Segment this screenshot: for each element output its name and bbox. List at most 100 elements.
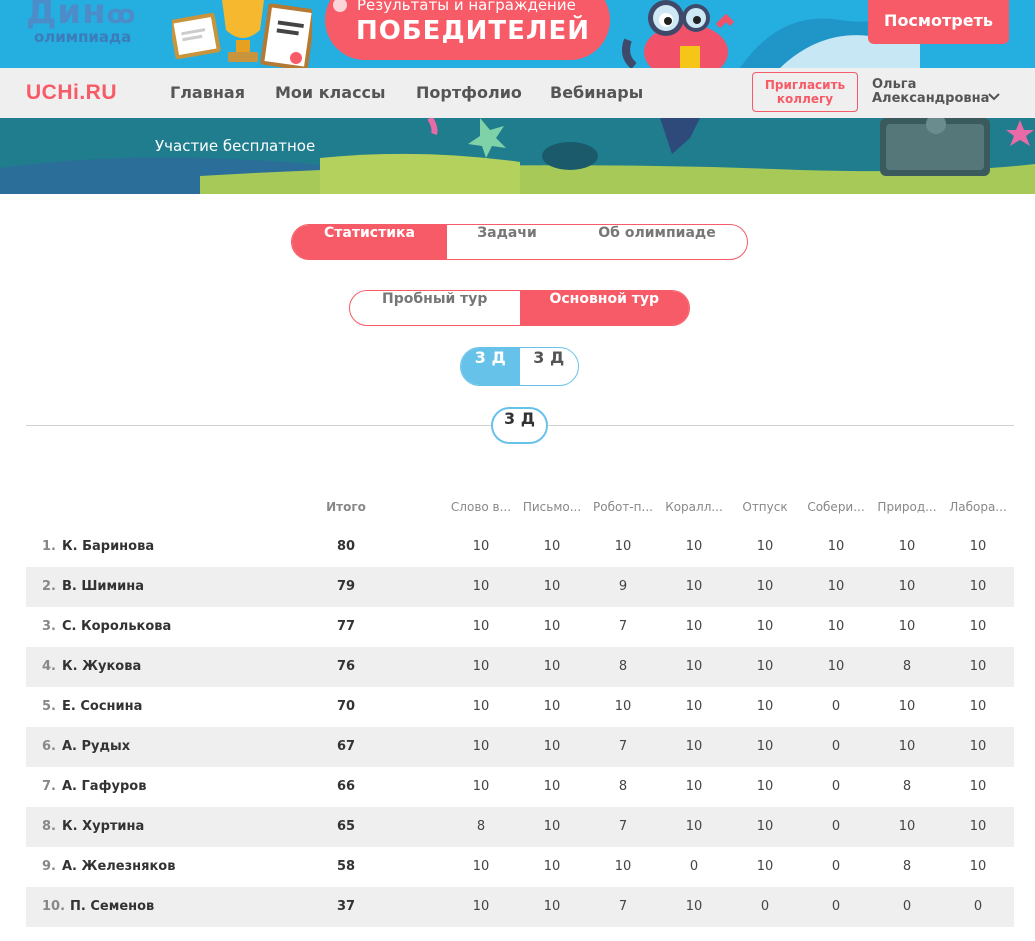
student-name[interactable]: К. Жукова — [62, 659, 141, 674]
score-cell: 10 — [685, 579, 703, 594]
tour-main[interactable]: Основной тур — [519, 291, 689, 325]
tab-statistics[interactable]: Статистика — [292, 225, 447, 259]
column-header[interactable]: Письмо... — [519, 500, 585, 514]
score-cell: 10 — [472, 739, 490, 754]
row-rank: 1. — [42, 539, 56, 554]
tab-about-olympiad[interactable]: Об олимпиаде — [567, 225, 747, 259]
table-row[interactable]: 4. К. Жукова 76 10 10 8 10 10 10 8 10 — [26, 647, 1014, 687]
results-line-2: ПОБЕДИТЕЛЕЙ — [356, 16, 590, 46]
score-cell: 10 — [969, 859, 987, 874]
student-name[interactable]: К. Хуртина — [62, 819, 144, 834]
score-cell: 10 — [472, 779, 490, 794]
view-results-button[interactable]: Посмотреть — [868, 0, 1009, 44]
row-rank: 7. — [42, 779, 56, 794]
row-total: 66 — [336, 779, 356, 794]
table-row[interactable]: 3. С. Королькова 77 10 10 7 10 10 10 10 10 — [26, 607, 1014, 647]
chevron-down-icon[interactable] — [988, 92, 1000, 102]
student-name[interactable]: П. Семенов — [70, 899, 154, 914]
invite-colleague-button[interactable]: Пригласить коллегу — [752, 72, 858, 112]
nav-webinars[interactable]: Вебинары — [550, 83, 643, 102]
hero-illustration — [0, 118, 1035, 194]
student-name[interactable]: К. Баринова — [62, 539, 154, 554]
score-cell: 10 — [685, 899, 703, 914]
student-name[interactable]: А. Гафуров — [62, 779, 146, 794]
table-row[interactable]: 2. В. Шимина 79 10 10 9 10 10 10 10 10 — [26, 567, 1014, 607]
column-header[interactable]: Коралл... — [661, 500, 727, 514]
nav-my-classes[interactable]: Мои классы — [275, 83, 386, 102]
tour-toggle: Пробный тур Основной тур — [349, 290, 690, 326]
score-cell: 10 — [543, 739, 561, 754]
score-cell: 10 — [685, 819, 703, 834]
row-total: 37 — [336, 899, 356, 914]
score-cell: 10 — [614, 539, 632, 554]
table-row[interactable]: 7. А. Гафуров 66 10 10 8 10 10 0 8 10 — [26, 767, 1014, 807]
hero-banner: Участие бесплатное — [0, 118, 1035, 194]
nav-portfolio[interactable]: Портфолио — [416, 83, 522, 102]
score-cell: 10 — [756, 739, 774, 754]
row-total: 77 — [336, 619, 356, 634]
score-cell: 8 — [618, 659, 628, 674]
table-row[interactable]: 8. К. Хуртина 65 8 10 7 10 10 0 10 10 — [26, 807, 1014, 847]
score-cell: 10 — [543, 899, 561, 914]
score-cell: 10 — [685, 539, 703, 554]
score-cell: 10 — [969, 819, 987, 834]
row-rank: 6. — [42, 739, 56, 754]
score-cell: 0 — [760, 899, 770, 914]
score-cell: 10 — [756, 779, 774, 794]
table-row[interactable]: 5. Е. Соснина 70 10 10 10 10 10 0 10 10 — [26, 687, 1014, 727]
student-name[interactable]: А. Железняков — [62, 859, 175, 874]
score-cell: 10 — [543, 699, 561, 714]
row-total: 70 — [336, 699, 356, 714]
table-row[interactable]: 6. А. Рудых 67 10 10 7 10 10 0 10 10 — [26, 727, 1014, 767]
table-row[interactable]: 9. А. Железняков 58 10 10 10 0 10 0 8 10 — [26, 847, 1014, 887]
score-cell: 10 — [969, 739, 987, 754]
user-menu[interactable]: Ольга Александровна — [872, 78, 989, 106]
student-name[interactable]: С. Королькова — [62, 619, 171, 634]
promo-banner[interactable]: Динꝏ олимпиада Результаты и награждение … — [0, 0, 1035, 68]
score-cell: 10 — [898, 579, 916, 594]
score-cell: 10 — [685, 739, 703, 754]
row-total: 65 — [336, 819, 356, 834]
column-header[interactable]: Робот-п... — [590, 500, 656, 514]
table-row[interactable]: 10. П. Семенов 37 10 10 7 10 0 0 0 0 — [26, 887, 1014, 927]
score-cell: 7 — [618, 819, 628, 834]
score-cell: 10 — [685, 699, 703, 714]
column-header[interactable]: Собери... — [803, 500, 869, 514]
row-total: 67 — [336, 739, 356, 754]
nav-home[interactable]: Главная — [170, 83, 245, 102]
score-cell: 0 — [689, 859, 699, 874]
score-cell: 0 — [831, 819, 841, 834]
score-cell: 10 — [898, 739, 916, 754]
tour-trial[interactable]: Пробный тур — [350, 291, 520, 325]
score-cell: 10 — [969, 699, 987, 714]
column-header[interactable]: Слово в... — [448, 500, 514, 514]
score-cell: 0 — [831, 699, 841, 714]
tab-tasks[interactable]: Задачи — [447, 225, 567, 259]
student-name[interactable]: А. Рудых — [62, 739, 130, 754]
student-name[interactable]: В. Шимина — [62, 579, 144, 594]
score-cell: 10 — [472, 699, 490, 714]
student-name[interactable]: Е. Соснина — [62, 699, 142, 714]
dino-logo-subtitle: олимпиада — [34, 28, 132, 46]
class-option[interactable]: 3 Д — [461, 348, 520, 385]
uchi-logo[interactable]: UCHi.RU — [26, 81, 117, 105]
score-cell: 10 — [827, 619, 845, 634]
score-cell: 10 — [898, 819, 916, 834]
score-cell: 10 — [472, 659, 490, 674]
score-cell: 10 — [756, 699, 774, 714]
score-cell: 7 — [618, 899, 628, 914]
column-header[interactable]: Лабора... — [945, 500, 1011, 514]
score-cell: 9 — [618, 579, 628, 594]
score-cell: 10 — [756, 659, 774, 674]
top-nav: UCHi.RU Главная Мои классы Портфолио Веб… — [0, 68, 1035, 118]
column-header[interactable]: Природ... — [874, 500, 940, 514]
score-cell: 10 — [756, 619, 774, 634]
column-header[interactable]: Отпуск — [732, 500, 798, 514]
score-cell: 8 — [902, 859, 912, 874]
class-badge: 3 Д — [491, 407, 548, 444]
row-rank: 2. — [42, 579, 56, 594]
table-row[interactable]: 1. К. Баринова 80 10 10 10 10 10 10 10 10 — [26, 527, 1014, 567]
class-option[interactable]: 3 Д — [520, 348, 579, 385]
row-total: 58 — [336, 859, 356, 874]
score-cell: 0 — [831, 739, 841, 754]
